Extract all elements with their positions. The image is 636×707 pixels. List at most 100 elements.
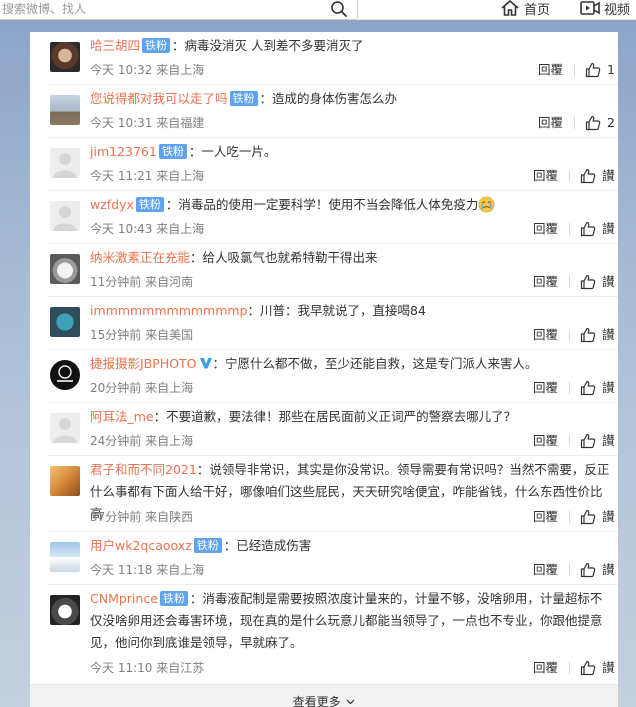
avatar[interactable]	[50, 542, 80, 572]
like-button[interactable]: 讃	[569, 379, 615, 397]
avatar[interactable]	[50, 42, 80, 72]
default-avatar-icon	[53, 153, 77, 178]
like-count: 讃	[602, 221, 615, 236]
comment-username[interactable]: 阿耳法_me	[90, 409, 154, 424]
comment-username[interactable]: 君子和而不同2021	[90, 462, 197, 477]
avatar[interactable]	[50, 595, 80, 625]
like-count: 讃	[602, 168, 615, 183]
fan-badge: 铁粉	[159, 591, 188, 606]
reply-button[interactable]: 回覆	[533, 167, 558, 185]
reply-button[interactable]: 回覆	[533, 561, 558, 579]
comment-panel: 哈三胡四 铁粉 ：病毒没消灭 人到差不多要消灭了 今天 10:32 来自上海 回覆 …	[30, 32, 618, 707]
thumbs-up-icon	[585, 62, 601, 78]
search-icon[interactable]	[330, 0, 348, 18]
comment-text: ：不要道歉，要法律！那些在居民面前义正词严的警察去哪儿了？	[153, 409, 517, 424]
comment-meta: 今天 10:31 来自福建	[90, 116, 205, 130]
reply-button[interactable]: 回覆	[533, 220, 558, 238]
like-count: 2	[607, 115, 615, 130]
comment-username[interactable]: 捷报摄影JBPHOTO	[90, 356, 197, 371]
comment-item: 用户wk2qcaooxz 铁粉 ：已经造成伤害 今天 11:18 来自上海 回覆 讃	[48, 532, 618, 585]
comment-username[interactable]: 您说得都对我可以走了吗	[90, 91, 228, 106]
fan-badge: 铁粉	[142, 38, 171, 53]
thumbs-up-icon	[580, 562, 596, 578]
reply-button[interactable]: 回覆	[538, 114, 563, 132]
nav-home[interactable]: 首页	[500, 0, 550, 18]
reply-button[interactable]: 回覆	[533, 326, 558, 344]
avatar[interactable]	[50, 148, 80, 178]
comment-username[interactable]: jim123761	[90, 144, 157, 159]
like-button[interactable]: 讃	[569, 659, 615, 677]
search-box	[0, 0, 358, 20]
avatar[interactable]	[50, 201, 80, 231]
nav-video[interactable]: 视频	[580, 0, 630, 18]
crying-emoji-icon	[479, 196, 495, 213]
chevron-down-icon	[346, 699, 355, 705]
comment-username[interactable]: 哈三胡四	[90, 38, 140, 53]
reply-button[interactable]: 回覆	[533, 379, 558, 397]
nav-home-label: 首页	[524, 2, 551, 18]
like-button[interactable]: 讃	[569, 561, 615, 579]
top-bar: 首页 视频	[0, 0, 636, 20]
comment-text: ：消毒品的使用一定要科学！使用不当会降低人体免疫力	[165, 197, 479, 212]
comment-meta: 15分钟前 来自美国	[90, 328, 194, 342]
fan-badge: 铁粉	[229, 91, 258, 106]
comment-meta: 今天 10:32 来自上海	[90, 63, 205, 77]
comment-meta: 37分钟前 来自陕西	[90, 510, 194, 524]
comment-username[interactable]: 用户wk2qcaooxz	[90, 538, 192, 553]
avatar[interactable]	[50, 254, 80, 284]
avatar[interactable]	[50, 413, 80, 443]
home-icon	[501, 0, 519, 16]
like-button[interactable]: 1	[574, 61, 615, 79]
like-button[interactable]: 讃	[569, 508, 615, 526]
thumbs-up-icon	[580, 380, 596, 396]
like-button[interactable]: 讃	[569, 220, 615, 238]
like-button[interactable]: 讃	[569, 326, 615, 344]
avatar[interactable]	[50, 466, 80, 496]
fan-badge: 铁粉	[158, 144, 187, 159]
reply-button[interactable]: 回覆	[533, 432, 558, 450]
comment-meta: 20分钟前 来自上海	[90, 381, 194, 395]
default-avatar-icon	[53, 206, 77, 231]
comment-meta: 今天 10:43 来自上海	[90, 222, 205, 236]
like-button[interactable]: 2	[574, 114, 615, 132]
thumbs-up-icon	[580, 433, 596, 449]
comment-username[interactable]: wzfdyx	[90, 197, 134, 212]
like-count: 讃	[602, 509, 615, 524]
like-button[interactable]: 讃	[569, 167, 615, 185]
reply-button[interactable]: 回覆	[533, 659, 558, 677]
divider	[569, 511, 570, 523]
comment-username[interactable]: immmmmmmmmmmmp	[90, 303, 248, 318]
comment-meta: 今天 11:18 来自上海	[90, 563, 205, 577]
fan-badge: 铁粉	[135, 197, 164, 212]
like-button[interactable]: 讃	[569, 432, 615, 450]
comment-username[interactable]: CNMprince	[90, 591, 158, 606]
thumbs-up-icon	[580, 274, 596, 290]
thumbs-up-icon	[580, 327, 596, 343]
view-more-button[interactable]: 查看更多	[30, 693, 618, 707]
comment-item: 阿耳法_me：不要道歉，要法律！那些在居民面前义正词严的警察去哪儿了？ 24分钟…	[48, 403, 618, 456]
like-count: 讃	[602, 380, 615, 395]
like-button[interactable]: 讃	[569, 273, 615, 291]
verified-v-icon	[199, 358, 212, 369]
video-icon	[580, 1, 600, 15]
divider	[574, 64, 575, 76]
divider	[569, 170, 570, 182]
avatar[interactable]	[50, 307, 80, 337]
comment-text: ：宁愿什么都不做，至少还能自救，这是专门派人来害人。	[212, 356, 538, 371]
comment-item: 您说得都对我可以走了吗 铁粉 ：造成的身体伤害怎么办 今天 10:31 来自福建 回…	[48, 85, 618, 138]
comment-meta: 11分钟前 来自河南	[90, 275, 194, 289]
like-count: 1	[607, 62, 615, 77]
comment-item: immmmmmmmmmmmp：川普：我早就说了，直接喝84 15分钟前 来自美国…	[48, 297, 618, 350]
thumbs-up-icon	[580, 660, 596, 676]
nav-video-label: 视频	[604, 2, 631, 18]
reply-button[interactable]: 回覆	[538, 61, 563, 79]
comment-text: ：给人吸氯气也就希特勒干得出来	[190, 250, 378, 265]
reply-button[interactable]: 回覆	[533, 273, 558, 291]
search-input[interactable]	[0, 0, 320, 18]
like-count: 讃	[602, 660, 615, 675]
avatar[interactable]	[50, 360, 80, 390]
comment-username[interactable]: 纳米激素正在充能	[90, 250, 190, 265]
default-avatar-icon	[53, 418, 77, 443]
avatar[interactable]	[50, 95, 80, 125]
reply-button[interactable]: 回覆	[533, 508, 558, 526]
